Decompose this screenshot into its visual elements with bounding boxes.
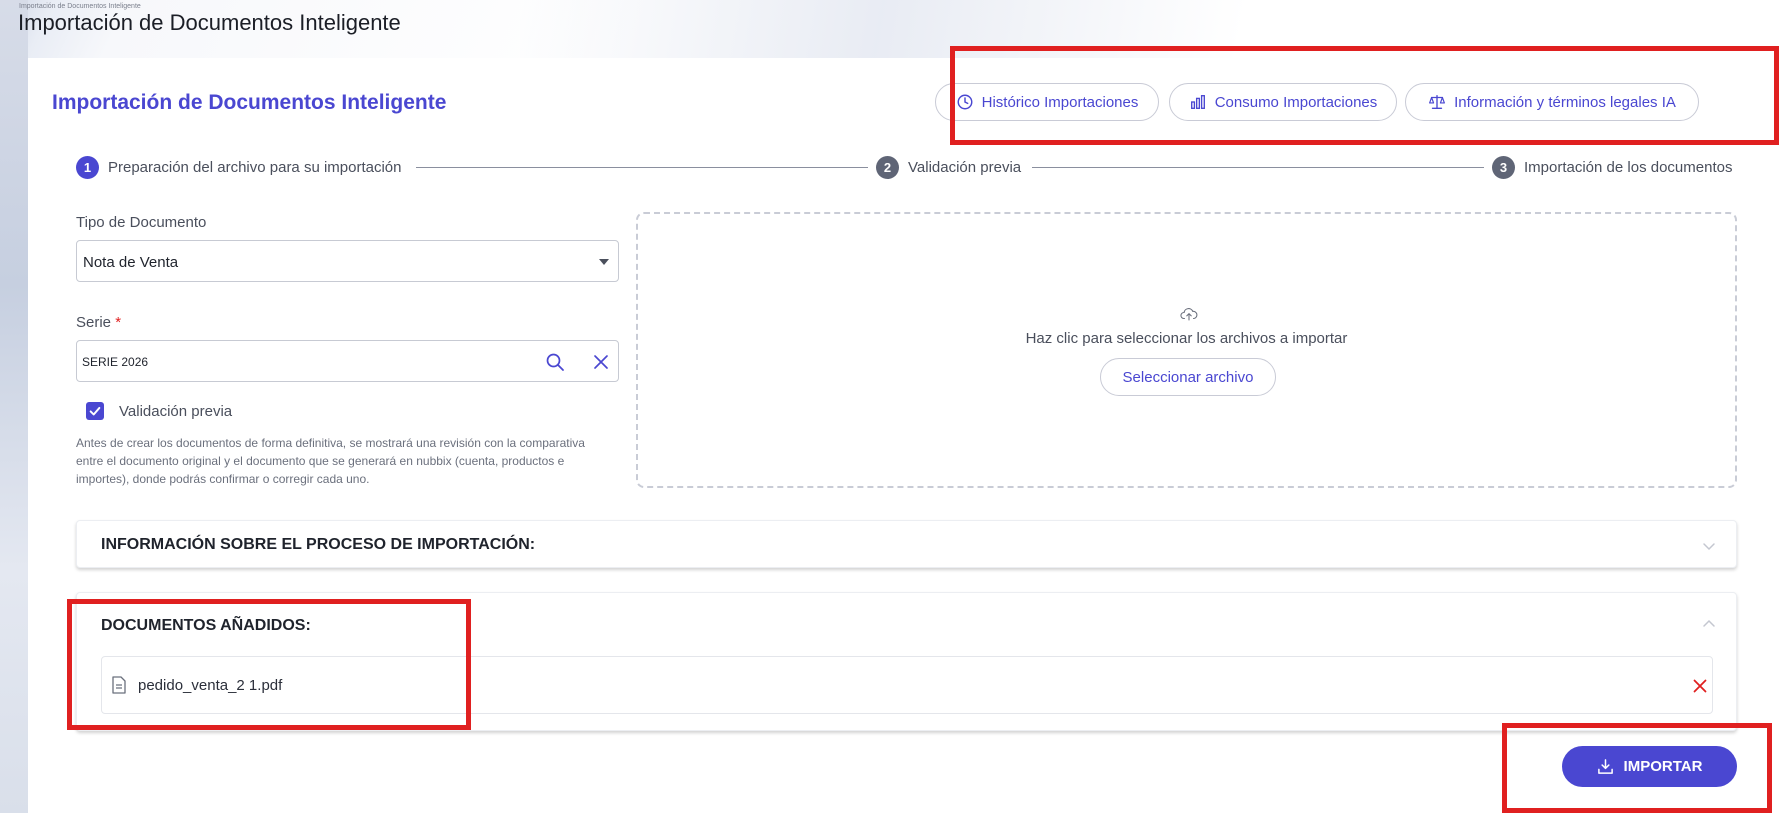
document-list-item: pedido_venta_2 1.pdf — [101, 656, 1713, 714]
added-documents-title: DOCUMENTOS AÑADIDOS: — [101, 617, 311, 634]
document-file-name: pedido_venta_2 1.pdf — [138, 677, 283, 694]
step-connector-1 — [416, 167, 868, 168]
clock-icon — [957, 94, 973, 110]
clear-icon[interactable] — [593, 354, 609, 370]
check-icon — [89, 406, 101, 416]
bar-chart-icon — [1190, 95, 1205, 109]
serie-value: SERIE 2026 — [82, 355, 149, 369]
file-icon — [112, 676, 126, 694]
import-info-panel[interactable]: INFORMACIÓN SOBRE EL PROCESO DE IMPORTAC… — [76, 520, 1737, 568]
import-button[interactable]: IMPORTAR — [1562, 746, 1737, 787]
serie-label: Serie * — [76, 314, 121, 331]
document-type-select[interactable]: Nota de Venta — [76, 240, 619, 282]
required-mark: * — [115, 314, 122, 331]
consumo-importaciones-button[interactable]: Consumo Importaciones — [1169, 83, 1397, 121]
left-background-decoration — [0, 0, 28, 813]
breadcrumb: Importación de Documentos Inteligente — [19, 3, 141, 10]
file-dropzone[interactable]: Haz clic para seleccionar los archivos a… — [636, 212, 1737, 488]
step-1-label: Preparación del archivo para su importac… — [108, 159, 402, 176]
download-icon — [1597, 759, 1613, 774]
top-background-decoration — [520, 0, 1420, 60]
search-icon[interactable] — [545, 352, 565, 372]
import-button-label: IMPORTAR — [1623, 758, 1703, 775]
step-connector-2 — [1032, 167, 1484, 168]
serie-field[interactable]: SERIE 2026 — [76, 340, 619, 382]
step-3-circle: 3 — [1492, 156, 1515, 179]
step-2-circle: 2 — [876, 156, 899, 179]
page-title: Importación de Documentos Inteligente — [52, 91, 447, 114]
step-3-label: Importación de los documentos — [1524, 159, 1733, 176]
step-2-label: Validación previa — [908, 159, 1022, 176]
informacion-terminos-legales-button[interactable]: Información y términos legales IA — [1405, 83, 1699, 121]
added-documents-panel: DOCUMENTOS AÑADIDOS: pedido_venta_2 1.pd… — [76, 592, 1737, 731]
informacion-terminos-legales-label: Información y términos legales IA — [1454, 93, 1676, 111]
cloud-upload-icon — [1180, 308, 1198, 321]
validation-checkbox[interactable] — [86, 402, 104, 420]
chevron-down-icon[interactable] — [1702, 539, 1716, 553]
scale-icon — [1429, 95, 1446, 109]
validation-label: Validación previa — [119, 403, 233, 420]
dropzone-text: Haz clic para seleccionar los archivos a… — [1025, 330, 1348, 347]
consumo-importaciones-label: Consumo Importaciones — [1214, 93, 1378, 111]
select-file-button[interactable]: Seleccionar archivo — [1100, 358, 1276, 396]
document-type-value: Nota de Venta — [83, 254, 179, 271]
validation-help-text: Antes de crear los documentos de forma d… — [76, 436, 585, 486]
historico-importaciones-button[interactable]: Histórico Importaciones — [935, 83, 1159, 121]
caret-down-icon — [599, 259, 609, 265]
import-info-title: INFORMACIÓN SOBRE EL PROCESO DE IMPORTAC… — [101, 536, 536, 553]
chevron-up-icon[interactable] — [1702, 617, 1716, 631]
document-type-label: Tipo de Documento — [76, 214, 207, 231]
window-title: Importación de Documentos Inteligente — [18, 10, 401, 35]
historico-importaciones-label: Histórico Importaciones — [981, 93, 1139, 111]
step-1-circle: 1 — [76, 156, 99, 179]
serie-label-text: Serie — [76, 314, 112, 331]
remove-document-icon[interactable] — [1693, 679, 1707, 693]
